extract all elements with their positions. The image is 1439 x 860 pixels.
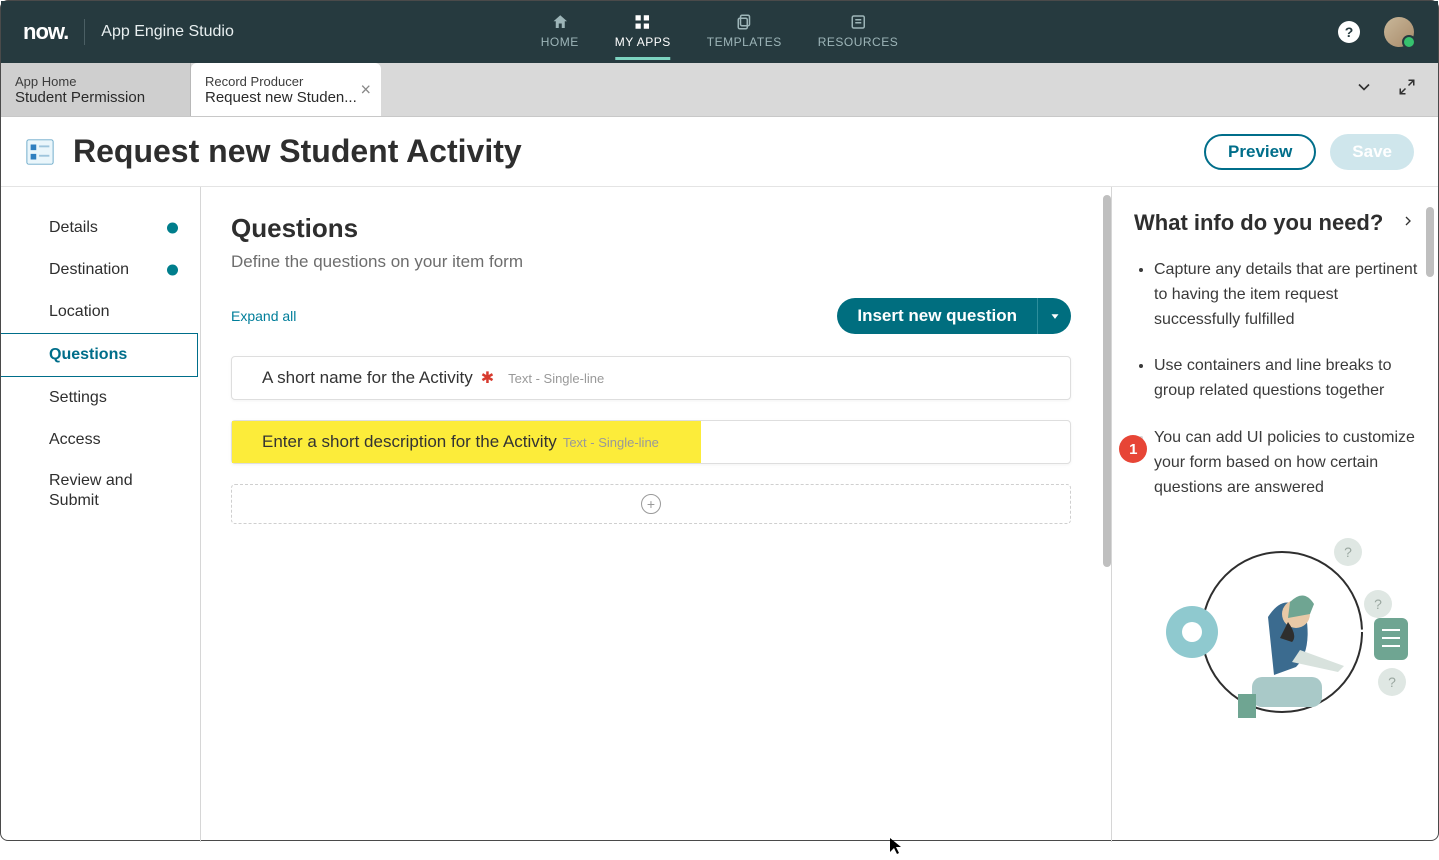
callout-badge: 1 — [1119, 435, 1147, 463]
help-bullet: Use containers and line breaks to group … — [1154, 354, 1420, 404]
nav-resources[interactable]: RESOURCES — [818, 5, 899, 60]
sidebar-item-label: Settings — [49, 389, 107, 406]
question-type: Text - Single-line — [508, 371, 604, 386]
nav-label: HOME — [541, 35, 579, 49]
templates-icon — [735, 13, 753, 31]
apps-grid-icon — [634, 13, 652, 31]
insert-question-dropdown[interactable] — [1037, 298, 1071, 334]
home-icon — [551, 13, 569, 31]
page-actions: Preview Save — [1204, 134, 1414, 170]
tab-title: Record Producer — [205, 74, 367, 89]
fullscreen-icon[interactable] — [1398, 78, 1416, 101]
resources-icon — [849, 13, 867, 31]
close-icon[interactable]: × — [360, 79, 371, 100]
nav-home[interactable]: HOME — [541, 5, 579, 60]
nav-templates[interactable]: TEMPLATES — [707, 5, 782, 60]
add-question-row[interactable]: + — [231, 484, 1071, 524]
question-label: Enter a short description for the Activi… — [262, 432, 557, 452]
top-nav: now. App Engine Studio HOME MY APPS TEMP… — [1, 1, 1438, 63]
tab-subtitle: Student Permission — [15, 89, 176, 106]
nav-label: TEMPLATES — [707, 35, 782, 49]
help-bullet: Capture any details that are pertinent t… — [1154, 258, 1420, 332]
tab-title: App Home — [15, 74, 176, 89]
help-title: What info do you need? — [1134, 209, 1396, 237]
svg-text:?: ? — [1388, 674, 1396, 690]
sidebar-item-label: Location — [49, 303, 110, 320]
chevron-right-icon[interactable] — [1396, 209, 1420, 238]
sidebar-item-label: Questions — [49, 346, 127, 363]
nav-my-apps[interactable]: MY APPS — [615, 5, 671, 60]
tab-subtitle: Request new Studen... — [205, 89, 367, 106]
sidebar-item-access[interactable]: Access — [1, 419, 200, 461]
page-title: Request new Student Activity — [73, 133, 522, 170]
sidebar-item-label: Review and Submit — [49, 472, 133, 509]
expand-all-link[interactable]: Expand all — [231, 308, 296, 324]
brand: now. App Engine Studio — [1, 19, 234, 45]
help-panel: What info do you need? Capture any detai… — [1111, 187, 1438, 842]
sidebar-item-settings[interactable]: Settings — [1, 377, 200, 419]
center-scrollbar[interactable] — [1103, 195, 1111, 836]
avatar[interactable] — [1384, 17, 1414, 47]
plus-icon: + — [641, 494, 661, 514]
sidebar-item-label: Destination — [49, 261, 129, 278]
questions-subheading: Define the questions on your item form — [231, 252, 1071, 272]
brand-app-name: App Engine Studio — [101, 23, 234, 41]
question-card-highlighted[interactable]: Enter a short description for the Activi… — [231, 420, 1071, 464]
required-asterisk-icon: ✱ — [481, 368, 494, 388]
question-label: A short name for the Activity — [262, 368, 473, 388]
sidebar-item-location[interactable]: Location — [1, 291, 200, 333]
sidebar-item-destination[interactable]: Destination — [1, 249, 200, 291]
tab-strip: App Home Student Permission Record Produ… — [1, 63, 1438, 117]
sidebar-item-label: Access — [49, 431, 101, 448]
top-nav-right: ? — [1338, 17, 1438, 47]
main: Details Destination Location Questions S… — [1, 187, 1438, 842]
tab-record-producer[interactable]: Record Producer Request new Studen... × — [191, 63, 381, 116]
tab-app-home[interactable]: App Home Student Permission — [1, 63, 191, 116]
nav-label: MY APPS — [615, 35, 671, 49]
top-nav-center: HOME MY APPS TEMPLATES RESOURCES — [541, 5, 898, 60]
help-bullet: You can add UI policies to customize you… — [1154, 426, 1420, 500]
question-card[interactable]: A short name for the Activity ✱ Text - S… — [231, 356, 1071, 400]
svg-text:?: ? — [1344, 544, 1352, 560]
cursor-icon — [889, 837, 903, 860]
sidebar-item-label: Details — [49, 219, 98, 236]
questions-toolbar: Expand all Insert new question — [231, 298, 1071, 334]
sidebar-item-questions[interactable]: Questions — [1, 333, 198, 377]
preview-button[interactable]: Preview — [1204, 134, 1316, 170]
insert-question-button[interactable]: Insert new question — [837, 298, 1037, 334]
question-type: Text - Single-line — [563, 435, 659, 450]
questions-heading: Questions — [231, 213, 1071, 244]
sidebar-item-review-submit[interactable]: Review and Submit — [1, 461, 200, 521]
sidebar-item-details[interactable]: Details — [1, 207, 200, 249]
page-header: Request new Student Activity Preview Sav… — [1, 117, 1438, 187]
logo: now. — [23, 19, 68, 45]
form-icon — [25, 137, 55, 167]
center-pane: Questions Define the questions on your i… — [201, 187, 1111, 842]
help-scrollbar[interactable] — [1426, 207, 1434, 277]
svg-text:?: ? — [1374, 596, 1382, 612]
nav-label: RESOURCES — [818, 35, 899, 49]
sidebar: Details Destination Location Questions S… — [1, 187, 201, 842]
brand-separator — [84, 19, 85, 45]
help-illustration: ? ? ? — [1134, 522, 1420, 727]
help-icon[interactable]: ? — [1338, 21, 1360, 43]
chevron-down-icon[interactable] — [1354, 77, 1374, 102]
insert-question-group: Insert new question — [837, 298, 1071, 334]
tab-strip-actions — [1354, 63, 1438, 116]
help-bullets: Capture any details that are pertinent t… — [1134, 258, 1420, 500]
save-button: Save — [1330, 134, 1414, 170]
